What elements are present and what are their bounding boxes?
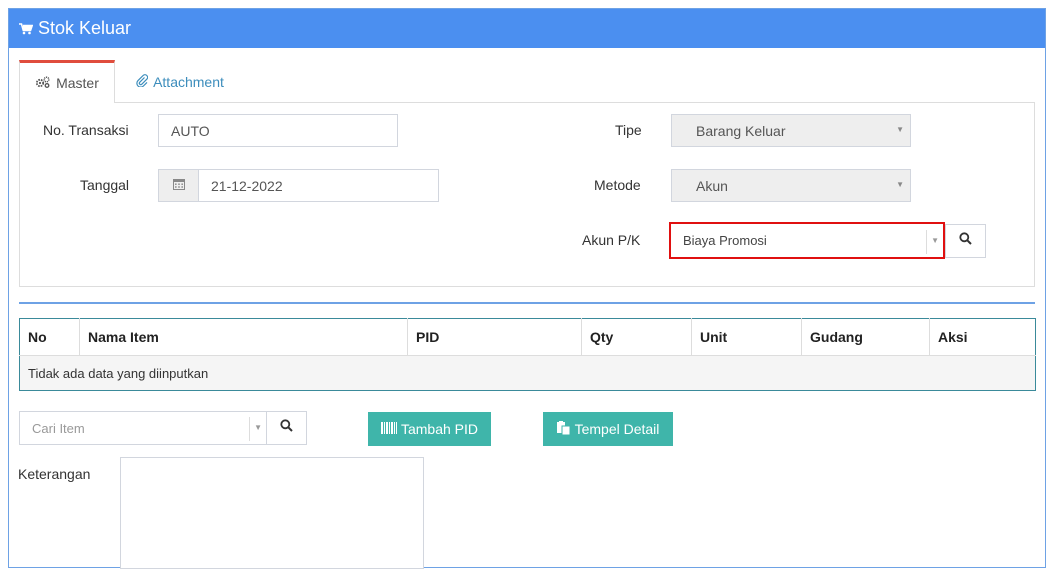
col-gudang: Gudang — [801, 318, 930, 356]
tambah-pid-button[interactable]: Tambah PID — [368, 412, 491, 446]
search-icon — [280, 419, 293, 437]
panel-title-text: Stok Keluar — [38, 18, 132, 38]
paperclip-icon — [136, 73, 149, 90]
akun-pk-select[interactable]: Biaya Promosi ▼ — [669, 222, 945, 259]
col-nama-item: Nama Item — [79, 318, 408, 356]
metode-select[interactable]: Akun ▼ — [671, 169, 911, 202]
chevron-down-icon: ▼ — [896, 125, 904, 134]
tab-master-label: Master — [56, 75, 99, 91]
col-aksi: Aksi — [929, 318, 1036, 356]
chevron-down-icon: ▼ — [254, 423, 262, 432]
shopping-cart-icon — [19, 22, 33, 35]
metode-value: Akun — [696, 177, 728, 194]
panel-header: Stok Keluar — [9, 9, 1045, 48]
metode-label: Metode — [594, 177, 641, 193]
chevron-down-icon: ▼ — [896, 180, 904, 189]
barcode-icon — [380, 421, 397, 437]
chevron-down-icon: ▼ — [931, 236, 939, 245]
empty-message: Tidak ada data yang diinputkan — [19, 355, 1036, 391]
calendar-icon — [172, 177, 185, 195]
paste-icon — [556, 420, 571, 438]
panel-title: Stok Keluar — [19, 18, 131, 39]
tanggal-input[interactable]: 21-12-2022 — [198, 169, 439, 202]
no-transaksi-input[interactable]: AUTO — [158, 114, 398, 147]
cari-item-placeholder: Cari Item — [32, 420, 85, 436]
col-pid: PID — [407, 318, 582, 356]
cogs-icon — [35, 75, 51, 91]
akun-search-button[interactable] — [945, 224, 986, 258]
tab-master[interactable]: Master — [19, 60, 115, 103]
cari-item-select[interactable]: Cari Item ▼ — [19, 411, 267, 445]
no-transaksi-value: AUTO — [171, 122, 210, 139]
keterangan-label: Keterangan — [18, 466, 91, 482]
col-unit: Unit — [691, 318, 802, 356]
akun-pk-label: Akun P/K — [582, 232, 641, 248]
akun-pk-value: Biaya Promosi — [683, 233, 767, 248]
cari-item-search-button[interactable] — [266, 411, 307, 445]
tanggal-value: 21-12-2022 — [211, 177, 283, 194]
table-row: Tidak ada data yang diinputkan — [19, 355, 1036, 391]
master-tab-content: No. Transaksi AUTO Tanggal 21-12-2022 Ti… — [19, 102, 1035, 287]
select-separator — [249, 417, 250, 441]
select-separator — [926, 230, 927, 254]
search-icon — [959, 232, 972, 250]
tipe-label: Tipe — [615, 122, 642, 138]
tab-attachment[interactable]: Attachment — [115, 60, 245, 103]
tempel-detail-button[interactable]: Tempel Detail — [543, 412, 673, 446]
items-table: No Nama Item PID Qty Unit Gudang Aksi Ti… — [19, 318, 1036, 391]
calendar-addon[interactable] — [158, 169, 199, 202]
stok-keluar-panel: Stok Keluar Master Attachment No. Transa… — [8, 8, 1046, 569]
tab-attachment-label: Attachment — [153, 73, 224, 90]
col-no: No — [19, 318, 80, 356]
keterangan-textarea[interactable] — [120, 457, 424, 569]
table-header-row: No Nama Item PID Qty Unit Gudang Aksi — [19, 318, 1036, 356]
no-transaksi-label: No. Transaksi — [43, 122, 129, 138]
tipe-value: Barang Keluar — [696, 122, 786, 139]
tanggal-label: Tanggal — [80, 177, 130, 193]
tambah-pid-label: Tambah PID — [400, 421, 479, 437]
section-divider — [19, 302, 1035, 304]
tempel-detail-label: Tempel Detail — [574, 421, 660, 437]
col-qty: Qty — [581, 318, 692, 356]
tipe-select[interactable]: Barang Keluar ▼ — [671, 114, 911, 147]
